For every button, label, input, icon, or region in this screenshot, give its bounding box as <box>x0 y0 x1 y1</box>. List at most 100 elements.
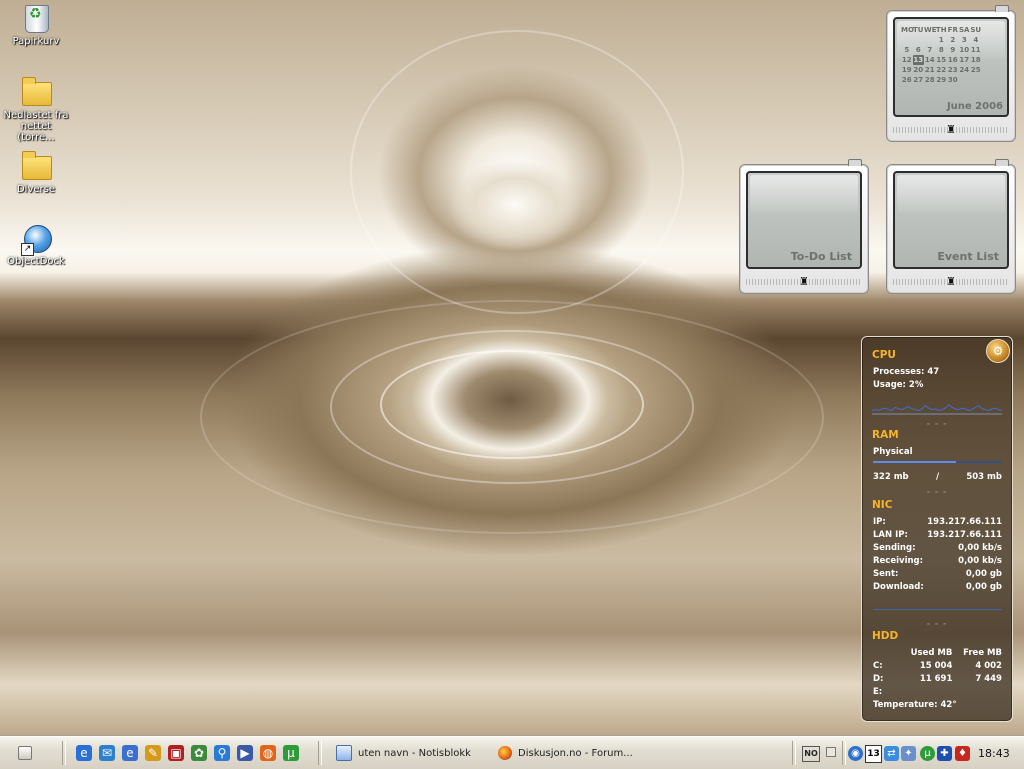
event-list-gadget[interactable]: Event List ♜ <box>886 159 1016 294</box>
calendar-week-row: 12 13 14 15 16 17 18 <box>901 55 982 65</box>
calendar-day[interactable]: 21 <box>924 65 936 75</box>
calendar-screen: MO TU WE TH FR SA SU 1 2 3 4 5 6 7 8 9 10 11 12 13 14 15 16 17 1… <box>893 17 1009 117</box>
network-icon[interactable]: ⇄ <box>884 746 899 761</box>
calendar-day[interactable]: 14 <box>924 55 936 65</box>
nic-row-label: LAN IP: <box>873 530 908 540</box>
cpu-processes: Processes: 47 <box>873 367 940 377</box>
folder-icon <box>22 151 52 180</box>
calendar-day[interactable]: 26 <box>901 75 913 85</box>
calendar-day[interactable]: 6 <box>913 45 925 55</box>
hdd-used <box>903 687 953 697</box>
calendar-day[interactable]: 10 <box>959 45 971 55</box>
calendar-day[interactable]: 9 <box>947 45 959 55</box>
taskbar-clock[interactable]: 18:43 <box>978 747 1010 760</box>
gadget-settings-icon[interactable]: ♜ <box>797 276 811 288</box>
calendar-day[interactable] <box>970 75 982 85</box>
gadget-settings-icon[interactable]: ♜ <box>944 124 958 136</box>
calendar-weekday: SA <box>959 26 970 34</box>
calendar-day[interactable]: 27 <box>913 75 925 85</box>
calendar-day[interactable]: 30 <box>947 75 959 85</box>
calendar-day[interactable]: 29 <box>936 75 948 85</box>
calendar-day[interactable]: 3 <box>959 35 971 45</box>
calendar-grid: MO TU WE TH FR SA SU 1 2 3 4 5 6 7 8 9 10 11 12 13 14 15 16 17 1… <box>901 25 982 85</box>
calendar-day[interactable]: 4 <box>970 35 982 45</box>
media-player-icon[interactable]: ▶ <box>237 745 253 761</box>
ram-usage-bar <box>873 461 1002 463</box>
ie-alt-icon[interactable]: e <box>122 745 138 761</box>
hdd-drive: D: <box>873 674 884 684</box>
calendar-day[interactable]: 12 <box>901 55 913 65</box>
desktop-icon-recycle-bin[interactable]: Papirkurv <box>0 2 72 47</box>
calendar-day[interactable]: 17 <box>959 55 971 65</box>
internet-explorer-icon[interactable]: e <box>76 745 92 761</box>
calendar-day[interactable]: 18 <box>970 55 982 65</box>
calendar-today[interactable]: 13 <box>912 55 924 65</box>
nic-row-value: 0,00 kb/s <box>958 543 1002 553</box>
calendar-day[interactable]: 24 <box>959 65 971 75</box>
network-globe-icon[interactable]: ◉ <box>848 746 863 761</box>
calendar-day[interactable] <box>913 35 925 45</box>
tool-icon[interactable]: ✎ <box>145 745 161 761</box>
nic-row-value: 0,00 kb/s <box>958 556 1002 566</box>
alert-icon[interactable]: ♦ <box>955 746 970 761</box>
utorrent-icon[interactable]: µ <box>920 746 935 761</box>
calendar-day[interactable]: 11 <box>970 45 982 55</box>
system-monitor-gadget[interactable]: ⚙ CPU Processes: 47 Usage: 2% - - - RAM … <box>861 336 1013 722</box>
calendar-day[interactable]: 16 <box>947 55 959 65</box>
calendar-day[interactable]: 1 <box>936 35 948 45</box>
calendar-day[interactable]: 22 <box>936 65 948 75</box>
notepad-icon <box>336 745 352 761</box>
calendar-day[interactable]: 28 <box>924 75 936 85</box>
todo-list-label: To-Do List <box>790 250 852 263</box>
tray-expand-button[interactable] <box>826 747 836 757</box>
calendar-week-row: 19 20 21 22 23 24 25 <box>901 65 982 75</box>
outlook-icon[interactable]: ✉ <box>99 745 115 761</box>
calendar-day[interactable]: 25 <box>970 65 982 75</box>
taskbar-button-firefox[interactable]: Diskusjon.no - Forum... <box>498 742 648 764</box>
calendar-day[interactable] <box>924 35 936 45</box>
todo-list-screen: To-Do List <box>746 171 862 269</box>
todo-list-gadget[interactable]: To-Do List ♜ <box>739 159 869 294</box>
calendar-day[interactable] <box>959 75 971 85</box>
calendar-weekday-row: MO TU WE TH FR SA SU <box>901 25 982 35</box>
calendar-day[interactable]: 2 <box>947 35 959 45</box>
calendar-day[interactable]: 20 <box>913 65 925 75</box>
firefox-icon <box>498 746 512 760</box>
network-icon[interactable]: ⚲ <box>214 745 230 761</box>
language-indicator[interactable]: NO <box>802 746 820 762</box>
utorrent-icon[interactable]: µ <box>283 745 299 761</box>
nic-row-value: 193.217.66.111 <box>927 530 1002 540</box>
calendar-day[interactable]: 19 <box>901 65 913 75</box>
calendar-day[interactable]: 7 <box>924 45 936 55</box>
tray-calendar-icon[interactable]: 13 <box>865 745 882 763</box>
desktop-icon-downloads-folder[interactable]: Nedlastet fra nettet (torre... <box>0 76 72 143</box>
gadget-settings-icon[interactable]: ♜ <box>944 276 958 288</box>
nic-row: Receiving: 0,00 kb/s <box>873 556 1002 566</box>
show-desktop-button[interactable] <box>18 746 32 760</box>
cpu-heading: CPU <box>872 349 896 361</box>
calendar-weekday: TU <box>913 26 924 34</box>
calendar-day[interactable]: 15 <box>936 55 948 65</box>
media-icon[interactable]: ▣ <box>168 745 184 761</box>
nic-row: Download: 0,00 gb <box>873 582 1002 592</box>
monitor-orb-icon[interactable]: ⚙ <box>986 339 1010 363</box>
messenger-icon[interactable]: ✿ <box>191 745 207 761</box>
objectdock-shortcut-icon <box>21 225 52 256</box>
hdd-row: D: 11 691 7 449 <box>873 674 1002 684</box>
nic-row: LAN IP: 193.217.66.111 <box>873 530 1002 540</box>
messenger-icon[interactable]: ✚ <box>937 746 952 761</box>
event-list-screen: Event List <box>893 171 1009 269</box>
calendar-day[interactable]: 8 <box>936 45 948 55</box>
firefox-icon[interactable]: ◍ <box>260 745 276 761</box>
taskbar-button-notepad[interactable]: uten navn - Notisblokk <box>336 742 486 764</box>
calendar-day[interactable]: 5 <box>901 45 913 55</box>
calendar-gadget[interactable]: MO TU WE TH FR SA SU 1 2 3 4 5 6 7 8 9 10 11 12 13 14 15 16 17 1… <box>886 5 1016 142</box>
security-icon[interactable]: ✦ <box>901 746 916 761</box>
desktop-icon-diverse-folder[interactable]: Diverse <box>0 150 72 195</box>
calendar-day[interactable]: 23 <box>947 65 959 75</box>
calendar-day[interactable] <box>901 35 913 45</box>
nic-row-label: Sent: <box>873 569 899 579</box>
desktop-icon-objectdock[interactable]: ObjectDock <box>0 222 72 267</box>
calendar-month-label: June 2006 <box>946 101 1003 112</box>
calendar-weekday: TH <box>935 26 947 34</box>
